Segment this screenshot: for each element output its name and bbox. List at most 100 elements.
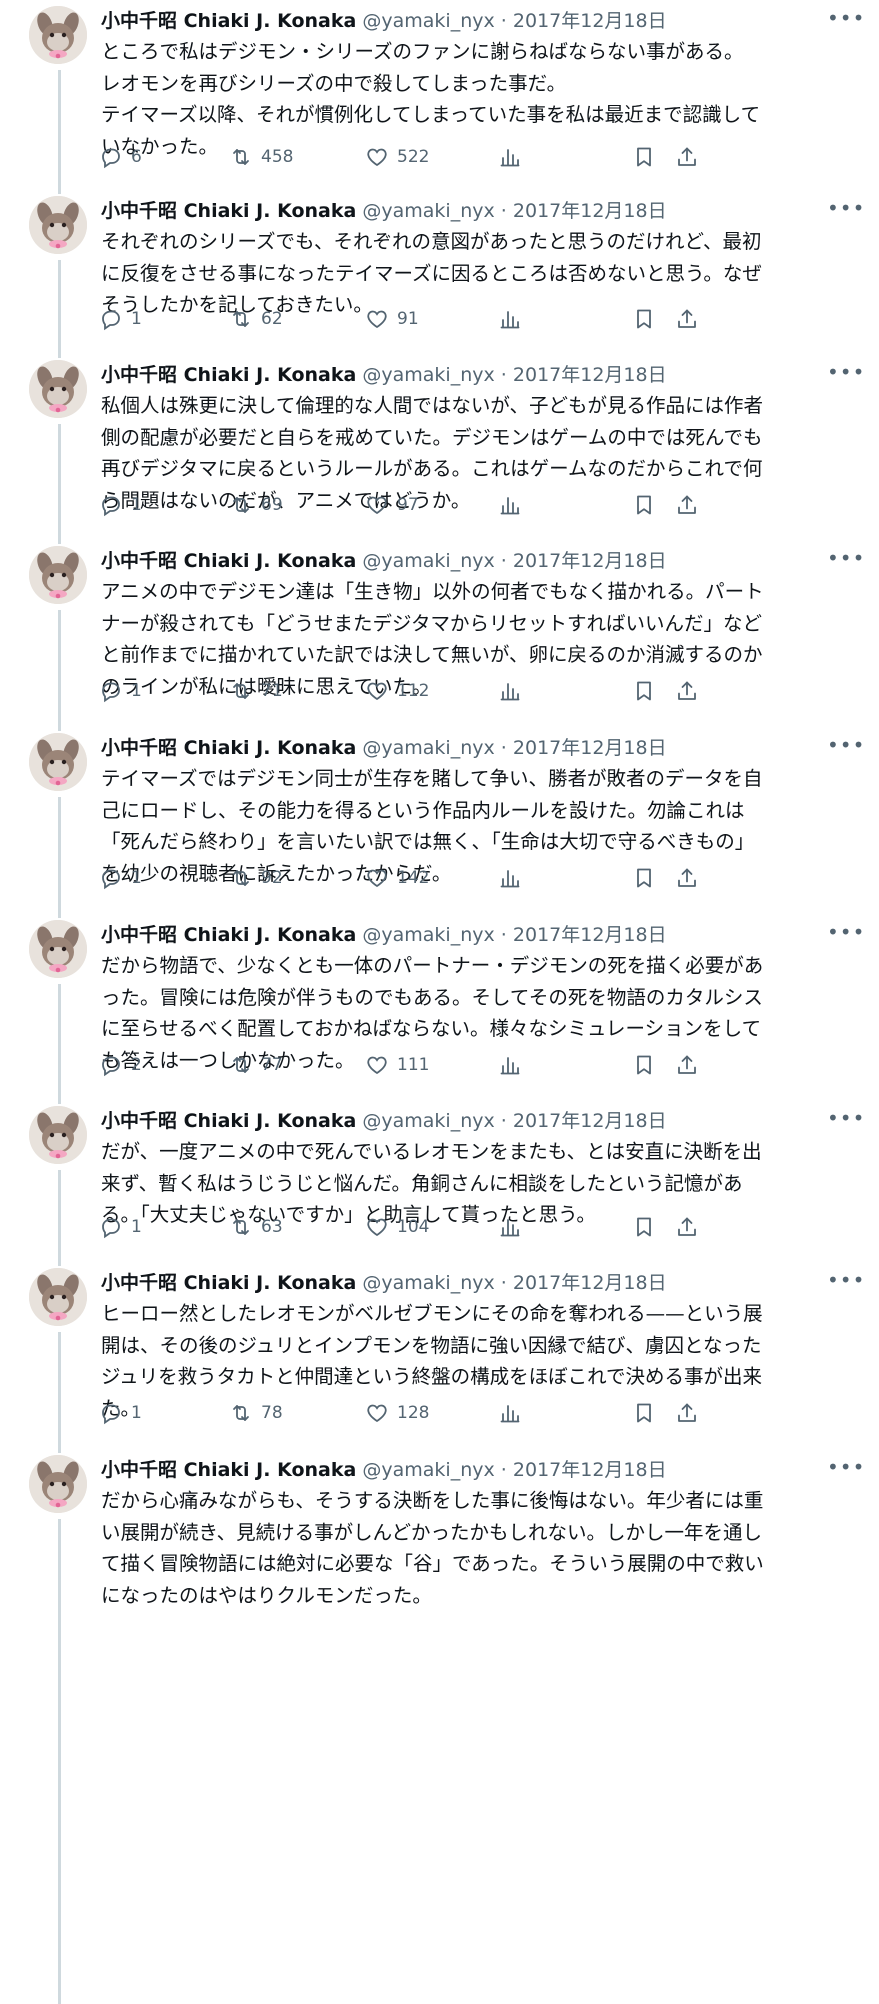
tweet-date[interactable]: 2017年12月18日 — [513, 737, 667, 759]
bookmark-button[interactable] — [632, 1050, 656, 1080]
bookmark-button[interactable] — [632, 304, 656, 334]
views-button[interactable] — [498, 1398, 522, 1428]
more-icon[interactable]: ••• — [827, 198, 864, 224]
tweet[interactable]: 小中千昭 Chiaki J. Konaka @yamaki_nyx · 2017… — [0, 1449, 879, 2000]
bookmark-button[interactable] — [632, 1398, 656, 1428]
tweet-date[interactable]: 2017年12月18日 — [513, 550, 667, 572]
share-button[interactable] — [675, 1050, 699, 1080]
reply-button[interactable]: 2 — [99, 1050, 142, 1080]
avatar[interactable] — [29, 6, 87, 64]
share-button[interactable] — [675, 863, 699, 893]
avatar[interactable] — [29, 1455, 87, 1513]
author-handle[interactable]: @yamaki_nyx — [362, 364, 494, 386]
author-name[interactable]: 小中千昭 Chiaki J. Konaka — [101, 550, 356, 572]
avatar[interactable] — [29, 360, 87, 418]
like-button[interactable]: 112 — [365, 676, 429, 706]
more-icon[interactable]: ••• — [827, 1270, 864, 1296]
tweet-date[interactable]: 2017年12月18日 — [513, 1272, 667, 1294]
author-name[interactable]: 小中千昭 Chiaki J. Konaka — [101, 924, 356, 946]
tweet-date[interactable]: 2017年12月18日 — [513, 10, 667, 32]
author-handle[interactable]: @yamaki_nyx — [362, 1459, 494, 1481]
reply-button[interactable]: 1 — [99, 1212, 142, 1242]
avatar[interactable] — [29, 196, 87, 254]
more-icon[interactable]: ••• — [827, 362, 864, 388]
author-name[interactable]: 小中千昭 Chiaki J. Konaka — [101, 1110, 356, 1132]
reply-button[interactable]: 1 — [99, 863, 142, 893]
retweet-button[interactable]: 78 — [229, 1398, 283, 1428]
tweet-date[interactable]: 2017年12月18日 — [513, 1459, 667, 1481]
tweet-date[interactable]: 2017年12月18日 — [513, 924, 667, 946]
like-button[interactable]: 142 — [365, 863, 429, 893]
bookmark-button[interactable] — [632, 1212, 656, 1242]
retweet-button[interactable]: 69 — [229, 490, 283, 520]
author-handle[interactable]: @yamaki_nyx — [362, 1272, 494, 1294]
author-name[interactable]: 小中千昭 Chiaki J. Konaka — [101, 1459, 356, 1481]
views-button[interactable] — [498, 304, 522, 334]
more-icon[interactable]: ••• — [827, 1457, 864, 1483]
tweet[interactable]: 小中千昭 Chiaki J. Konaka @yamaki_nyx · 2017… — [0, 354, 879, 540]
tweet-date[interactable]: 2017年12月18日 — [513, 200, 667, 222]
author-handle[interactable]: @yamaki_nyx — [362, 1110, 494, 1132]
reply-button[interactable]: 1 — [99, 676, 142, 706]
tweet-date[interactable]: 2017年12月18日 — [513, 364, 667, 386]
share-button[interactable] — [675, 142, 699, 172]
avatar[interactable] — [29, 733, 87, 791]
author-name[interactable]: 小中千昭 Chiaki J. Konaka — [101, 10, 356, 32]
retweet-button[interactable]: 63 — [229, 1212, 283, 1242]
share-button[interactable] — [675, 1398, 699, 1428]
tweet[interactable]: 小中千昭 Chiaki J. Konaka @yamaki_nyx · 2017… — [0, 540, 879, 727]
more-icon[interactable]: ••• — [827, 735, 864, 761]
share-button[interactable] — [675, 304, 699, 334]
tweet[interactable]: 小中千昭 Chiaki J. Konaka @yamaki_nyx · 2017… — [0, 727, 879, 914]
author-name[interactable]: 小中千昭 Chiaki J. Konaka — [101, 364, 356, 386]
share-button[interactable] — [675, 490, 699, 520]
retweet-button[interactable]: 458 — [229, 142, 293, 172]
like-button[interactable]: 97 — [365, 490, 419, 520]
retweet-button[interactable]: 92 — [229, 863, 283, 893]
bookmark-button[interactable] — [632, 676, 656, 706]
reply-button[interactable]: 1 — [99, 490, 142, 520]
tweet-date[interactable]: 2017年12月18日 — [513, 1110, 667, 1132]
avatar[interactable] — [29, 546, 87, 604]
author-handle[interactable]: @yamaki_nyx — [362, 10, 494, 32]
views-button[interactable] — [498, 1050, 522, 1080]
tweet[interactable]: 小中千昭 Chiaki J. Konaka @yamaki_nyx · 2017… — [0, 0, 879, 190]
tweet[interactable]: 小中千昭 Chiaki J. Konaka @yamaki_nyx · 2017… — [0, 190, 879, 354]
like-button[interactable]: 91 — [365, 304, 419, 334]
tweet[interactable]: 小中千昭 Chiaki J. Konaka @yamaki_nyx · 2017… — [0, 1262, 879, 1449]
author-handle[interactable]: @yamaki_nyx — [362, 737, 494, 759]
more-icon[interactable]: ••• — [827, 1108, 864, 1134]
bookmark-button[interactable] — [632, 142, 656, 172]
views-button[interactable] — [498, 1212, 522, 1242]
reply-button[interactable]: 6 — [99, 142, 142, 172]
author-handle[interactable]: @yamaki_nyx — [362, 200, 494, 222]
author-handle[interactable]: @yamaki_nyx — [362, 924, 494, 946]
author-handle[interactable]: @yamaki_nyx — [362, 550, 494, 572]
like-button[interactable]: 104 — [365, 1212, 429, 1242]
share-button[interactable] — [675, 676, 699, 706]
author-name[interactable]: 小中千昭 Chiaki J. Konaka — [101, 1272, 356, 1294]
author-name[interactable]: 小中千昭 Chiaki J. Konaka — [101, 200, 356, 222]
like-button[interactable]: 128 — [365, 1398, 429, 1428]
views-button[interactable] — [498, 490, 522, 520]
avatar[interactable] — [29, 1268, 87, 1326]
bookmark-button[interactable] — [632, 863, 656, 893]
views-button[interactable] — [498, 863, 522, 893]
views-button[interactable] — [498, 142, 522, 172]
avatar[interactable] — [29, 920, 87, 978]
avatar[interactable] — [29, 1106, 87, 1164]
more-icon[interactable]: ••• — [827, 922, 864, 948]
like-button[interactable]: 111 — [365, 1050, 429, 1080]
bookmark-button[interactable] — [632, 490, 656, 520]
share-button[interactable] — [675, 1212, 699, 1242]
more-icon[interactable]: ••• — [827, 8, 864, 34]
tweet[interactable]: 小中千昭 Chiaki J. Konaka @yamaki_nyx · 2017… — [0, 1100, 879, 1262]
retweet-button[interactable]: 71 — [229, 676, 283, 706]
reply-button[interactable]: 1 — [99, 304, 142, 334]
more-icon[interactable]: ••• — [827, 548, 864, 574]
tweet[interactable]: 小中千昭 Chiaki J. Konaka @yamaki_nyx · 2017… — [0, 914, 879, 1100]
views-button[interactable] — [498, 676, 522, 706]
retweet-button[interactable]: 62 — [229, 304, 283, 334]
retweet-button[interactable]: 77 — [229, 1050, 283, 1080]
reply-button[interactable]: 1 — [99, 1398, 142, 1428]
